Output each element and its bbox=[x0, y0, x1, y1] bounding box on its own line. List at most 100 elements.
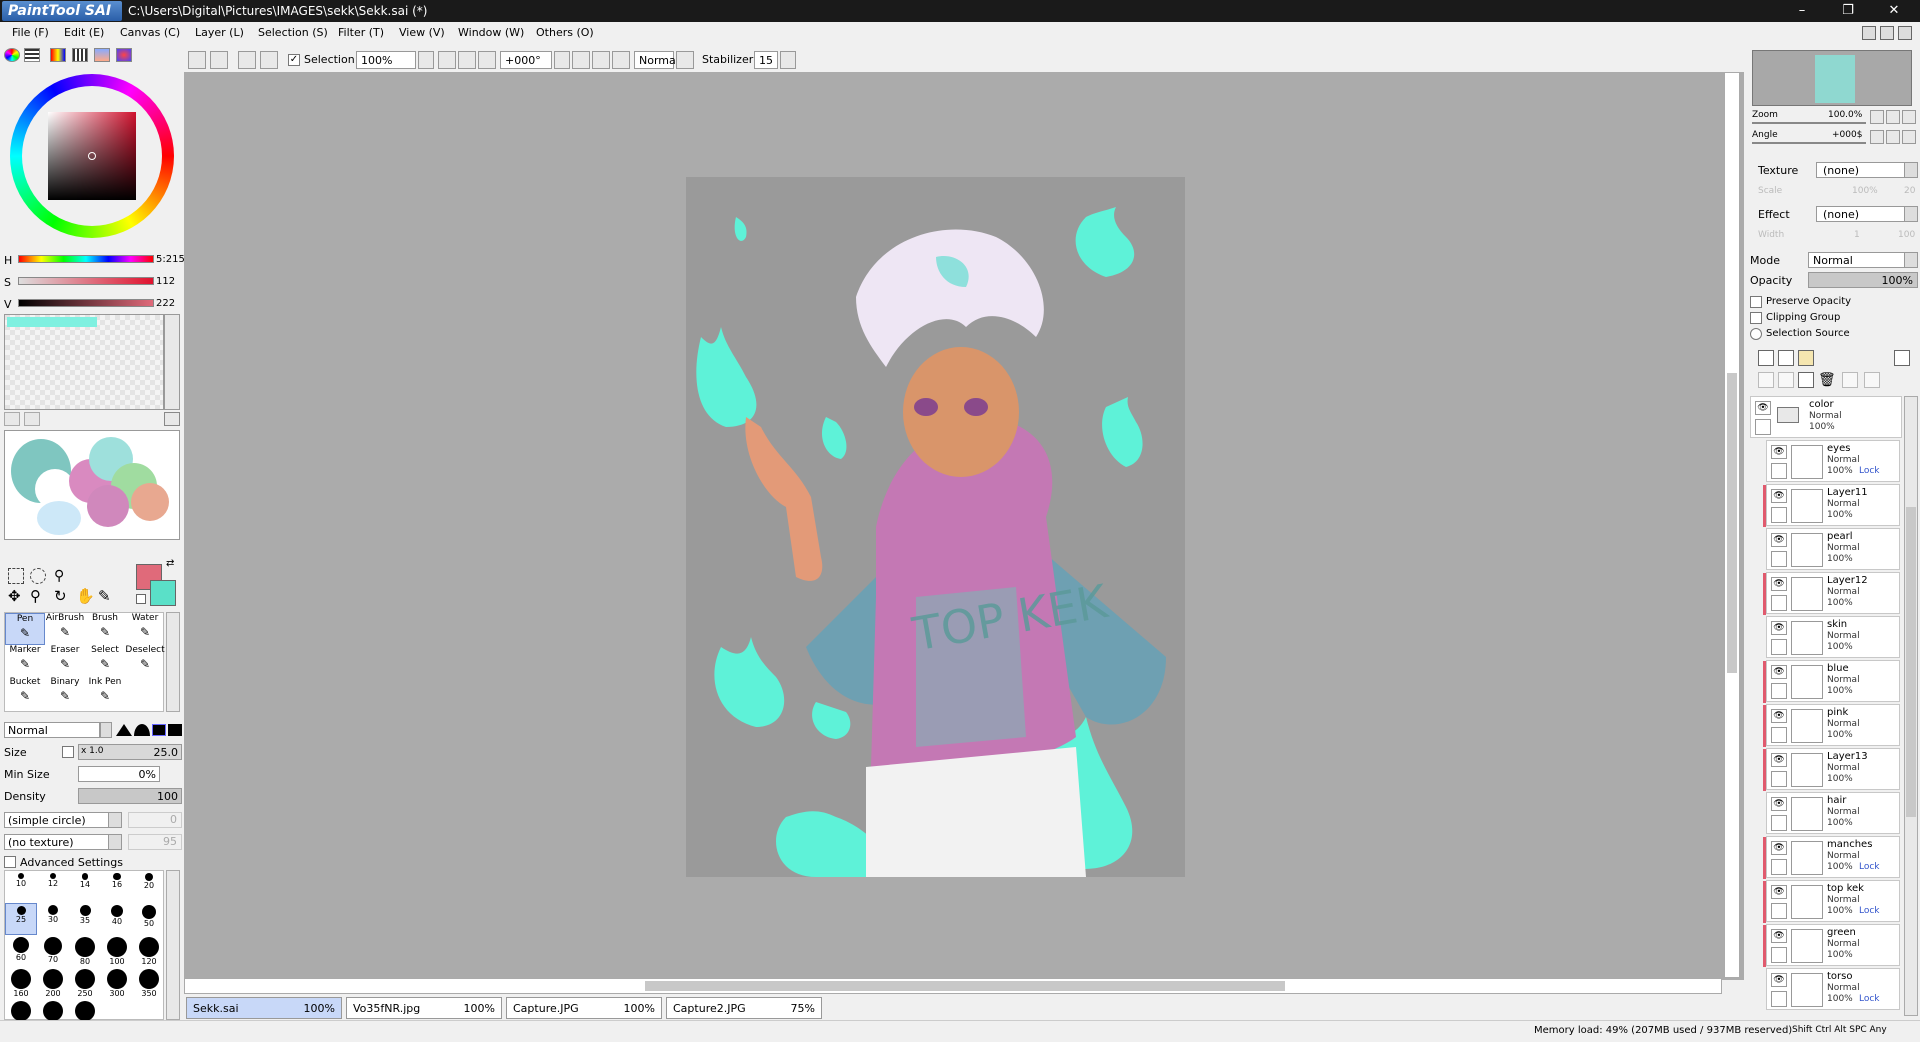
layer-select-checkbox[interactable] bbox=[1771, 595, 1787, 611]
zoom-tool-icon[interactable]: ⚲ bbox=[30, 588, 46, 604]
brush-size-cell[interactable]: 20 bbox=[133, 871, 165, 903]
brush-blend-select[interactable]: Normal bbox=[4, 722, 100, 738]
tool-binary[interactable]: Binary ✎ bbox=[45, 677, 85, 709]
brush-texture-value[interactable]: 95 bbox=[128, 834, 182, 850]
brush-size-cell[interactable]: 25 bbox=[5, 903, 37, 935]
edge-soft-icon[interactable] bbox=[152, 724, 166, 736]
rect-select-icon[interactable] bbox=[8, 568, 24, 584]
scratchpad[interactable] bbox=[4, 430, 180, 540]
horizontal-scroll-thumb[interactable] bbox=[645, 981, 1285, 991]
visibility-eye-icon[interactable]: 👁 bbox=[1771, 489, 1787, 503]
brush-size-cell[interactable]: 250 bbox=[69, 967, 101, 999]
brush-size-cell[interactable]: 80 bbox=[69, 935, 101, 967]
color-wheel-tab[interactable] bbox=[4, 48, 20, 62]
visibility-eye-icon[interactable]: 👁 bbox=[1771, 709, 1787, 723]
panel-minimize-button[interactable] bbox=[1862, 26, 1876, 40]
layer-select-checkbox[interactable] bbox=[1771, 903, 1787, 919]
transparent-color-button[interactable] bbox=[136, 594, 146, 604]
zoom-in-button[interactable] bbox=[458, 51, 476, 69]
edge-hard-icon[interactable] bbox=[116, 724, 132, 736]
brush-size-cell[interactable]: 50 bbox=[133, 903, 165, 935]
brush-size-cell[interactable]: 70 bbox=[37, 935, 69, 967]
zoom-reset-button[interactable] bbox=[478, 51, 496, 69]
brush-shape-value[interactable]: 0 bbox=[128, 812, 182, 828]
scratchpad-clear-button[interactable] bbox=[4, 412, 20, 426]
eyedropper-icon[interactable]: ✎ bbox=[98, 588, 114, 604]
brush-size-cell[interactable]: 35 bbox=[69, 903, 101, 935]
color-mix-tab[interactable] bbox=[116, 48, 132, 62]
menu-selection[interactable]: Selection (S) bbox=[258, 26, 328, 39]
brush-size-cell[interactable]: 100 bbox=[101, 935, 133, 967]
layer-row[interactable]: 👁 Layer12 Normal 100% bbox=[1763, 572, 1900, 615]
rotate-right-button[interactable] bbox=[592, 51, 610, 69]
swatch-palette[interactable] bbox=[4, 314, 164, 410]
layer-scrollbar[interactable] bbox=[1904, 396, 1918, 1016]
edge-flat-icon[interactable] bbox=[168, 724, 182, 736]
document-tab[interactable]: Capture2.JPG 75% bbox=[666, 997, 822, 1019]
rotation-reset-button[interactable] bbox=[612, 51, 630, 69]
brush-size-cell[interactable]: 160 bbox=[5, 967, 37, 999]
visibility-eye-icon[interactable]: 👁 bbox=[1771, 577, 1787, 591]
layer-select-checkbox[interactable] bbox=[1771, 683, 1787, 699]
size-link-checkbox[interactable] bbox=[62, 746, 74, 758]
layer-row[interactable]: 👁 hair Normal 100% bbox=[1766, 792, 1900, 834]
layer-row[interactable]: 👁 green Normal 100% bbox=[1763, 924, 1900, 967]
layer-row[interactable]: 👁 eyes Normal 100% Lock bbox=[1766, 440, 1900, 482]
menu-others[interactable]: Others (O) bbox=[536, 26, 594, 39]
zoom-out-button[interactable] bbox=[438, 51, 456, 69]
visibility-eye-icon[interactable]: 👁 bbox=[1771, 841, 1787, 855]
layer-select-checkbox[interactable] bbox=[1771, 771, 1787, 787]
brush-size-cell[interactable]: 300 bbox=[101, 967, 133, 999]
hsv-slider-tab[interactable] bbox=[50, 48, 66, 62]
brush-texture-dropdown[interactable] bbox=[108, 834, 122, 850]
document-tab[interactable]: Sekk.sai 100% bbox=[186, 997, 342, 1019]
tool-bucket[interactable]: Bucket ✎ bbox=[5, 677, 45, 709]
blend-mode-field[interactable]: Normal bbox=[634, 51, 679, 69]
flip-button[interactable] bbox=[676, 51, 694, 69]
restore-button[interactable]: ❐ bbox=[1826, 0, 1870, 22]
visibility-eye-icon[interactable]: 👁 bbox=[1771, 885, 1787, 899]
tool-ink-pen[interactable]: Ink Pen ✎ bbox=[85, 677, 125, 709]
rotation-field[interactable]: +000° bbox=[500, 51, 552, 69]
brush-size-cell[interactable]: 16 bbox=[101, 871, 133, 903]
brush-shape-dropdown[interactable] bbox=[108, 812, 122, 828]
layer-row[interactable]: 👁 torso Normal 100% Lock bbox=[1766, 968, 1900, 1010]
hand-icon[interactable]: ✋ bbox=[76, 588, 95, 604]
density-slider[interactable]: 100 bbox=[78, 788, 182, 804]
vertical-scroll-thumb[interactable] bbox=[1727, 373, 1737, 673]
layer-select-checkbox[interactable] bbox=[1771, 463, 1787, 479]
brush-size-scrollbar[interactable] bbox=[166, 870, 180, 1020]
brush-size-cell[interactable]: 60 bbox=[5, 935, 37, 967]
minimize-button[interactable]: – bbox=[1780, 0, 1824, 22]
brush-size-cell[interactable]: 14 bbox=[69, 871, 101, 903]
brush-size-cell[interactable]: 200 bbox=[37, 967, 69, 999]
tool-eraser[interactable]: Eraser ✎ bbox=[45, 645, 85, 677]
brush-shape-select[interactable]: (simple circle) bbox=[4, 812, 112, 828]
brush-size-cell[interactable]: 12 bbox=[37, 871, 69, 903]
invert-selection-button[interactable] bbox=[260, 51, 278, 69]
panel-restore-button[interactable] bbox=[1880, 26, 1894, 40]
menu-layer[interactable]: Layer (L) bbox=[195, 26, 244, 39]
layer-row[interactable]: 👁 pink Normal 100% bbox=[1763, 704, 1900, 747]
edge-medium-icon[interactable] bbox=[134, 724, 150, 736]
brush-texture-select[interactable]: (no texture) bbox=[4, 834, 112, 850]
tool-airbrush[interactable]: AirBrush ✎ bbox=[45, 613, 85, 645]
visibility-eye-icon[interactable]: 👁 bbox=[1771, 665, 1787, 679]
rotate-tool-icon[interactable]: ↻ bbox=[54, 588, 70, 604]
swatch-row[interactable] bbox=[7, 317, 97, 327]
layer-select-checkbox[interactable] bbox=[1771, 507, 1787, 523]
min-size-slider[interactable]: 0% bbox=[78, 766, 160, 782]
selection-checkbox[interactable]: ✓ bbox=[288, 54, 300, 66]
scratchpad-tab[interactable] bbox=[94, 48, 110, 62]
tool-marker[interactable]: Marker ✎ bbox=[5, 645, 45, 677]
layer-row[interactable]: 👁 Layer11 Normal 100% bbox=[1763, 484, 1900, 527]
saturation-slider[interactable] bbox=[18, 277, 154, 285]
canvas-horizontal-scrollbar[interactable] bbox=[184, 978, 1722, 994]
close-button[interactable]: ✕ bbox=[1872, 0, 1916, 22]
value-slider[interactable] bbox=[18, 299, 154, 307]
scratchpad-option-button[interactable] bbox=[24, 412, 40, 426]
move-icon[interactable]: ✥ bbox=[8, 588, 24, 604]
swatch-scrollbar[interactable] bbox=[164, 314, 180, 410]
visibility-eye-icon[interactable]: 👁 bbox=[1771, 753, 1787, 767]
tool-brush[interactable]: Brush ✎ bbox=[85, 613, 125, 645]
